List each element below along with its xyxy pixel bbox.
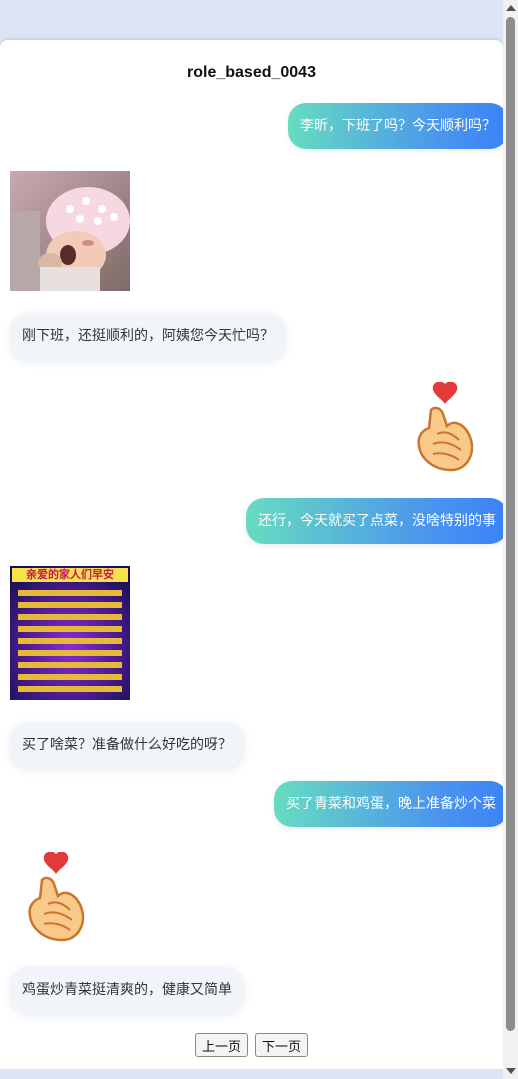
scroll-thumb[interactable] — [506, 17, 515, 1031]
page-title: role_based_0043 — [187, 64, 316, 81]
message-bubble-outgoing: 还行，今天就买了点菜，没啥特别的事 — [246, 498, 508, 544]
vertical-scrollbar[interactable] — [503, 0, 518, 1079]
finger-heart-icon — [417, 381, 474, 472]
greeting-card-caption: 亲爱的家人们早安 — [26, 568, 114, 581]
finger-heart-icon — [28, 851, 85, 942]
message-bubble-outgoing: 买了青菜和鸡蛋，晚上准备炒个菜 — [274, 781, 508, 827]
chat-image-baby-doll[interactable] — [10, 171, 130, 291]
window-top-band — [0, 0, 503, 40]
sticker-message[interactable] — [411, 381, 481, 474]
scroll-down-arrow-icon[interactable] — [506, 1068, 516, 1074]
next-page-button[interactable]: 下一页 — [255, 1033, 309, 1057]
greeting-card — [10, 566, 130, 700]
prev-page-button[interactable]: 上一页 — [194, 1033, 248, 1057]
sticker-message[interactable] — [22, 851, 92, 944]
message-bubble-incoming: 买了啥菜？准备做什么好吃的呀？ — [10, 722, 244, 768]
chat-image-greeting-card[interactable]: 亲爱的家人们早安 — [10, 566, 130, 700]
message-bubble-outgoing: 李昕，下班了吗？今天顺利吗？ — [288, 103, 508, 149]
scroll-up-arrow-icon[interactable] — [506, 5, 516, 11]
baby-doll-photo — [10, 171, 130, 291]
message-bubble-incoming: 鸡蛋炒青菜挺清爽的，健康又简单 — [10, 967, 244, 1013]
message-bubble-incoming: 刚下班，还挺顺利的，阿姨您今天忙吗？ — [10, 313, 286, 359]
window-bottom-band — [0, 1069, 503, 1079]
pagination: 上一页 下一页 — [0, 1033, 503, 1057]
